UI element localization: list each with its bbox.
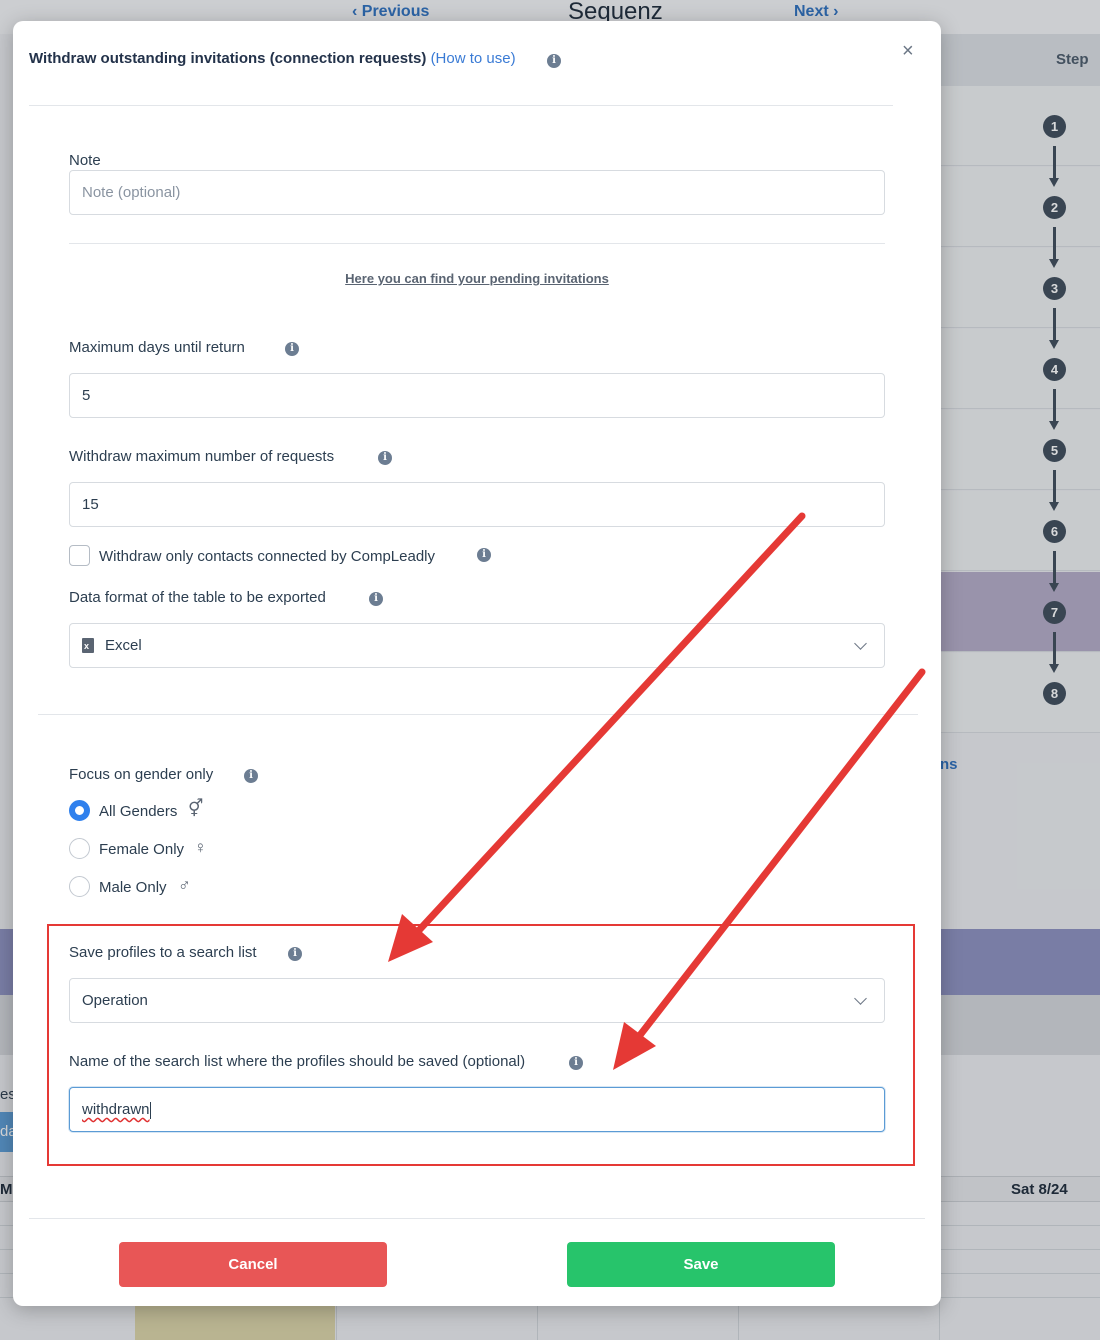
info-icon[interactable]: i — [378, 451, 392, 465]
info-icon[interactable]: i — [244, 769, 258, 783]
only-compleadly-label[interactable]: Withdraw only contacts connected by Comp… — [99, 548, 435, 565]
pending-invitations-link[interactable]: Here you can find your pending invitatio… — [13, 271, 941, 286]
modal-title-text: Withdraw outstanding invitations (connec… — [29, 50, 427, 67]
divider — [29, 105, 893, 106]
male-only-label[interactable]: Male Only — [99, 879, 167, 896]
data-format-label: Data format of the table to be exported — [69, 589, 326, 606]
excel-file-icon: x — [82, 638, 94, 653]
note-label: Note — [69, 152, 101, 169]
gender-label: Focus on gender only — [69, 766, 214, 783]
female-icon: ♀ — [194, 838, 207, 857]
radio-all-genders[interactable] — [69, 800, 90, 821]
annotation-highlight-box — [47, 924, 915, 1166]
male-icon: ♂ — [178, 876, 191, 895]
max-days-label: Maximum days until return — [69, 339, 245, 356]
max-requests-value: 15 — [82, 496, 99, 513]
close-icon[interactable]: × — [902, 40, 914, 63]
how-to-use-link[interactable]: (How to use) — [431, 50, 516, 67]
all-genders-icon: ⚥ — [188, 799, 204, 818]
info-icon[interactable]: i — [547, 54, 561, 68]
max-days-value: 5 — [82, 387, 91, 404]
divider — [38, 714, 918, 715]
info-icon[interactable]: i — [369, 592, 383, 606]
chevron-down-icon — [854, 637, 867, 650]
divider — [29, 1218, 925, 1219]
max-days-input[interactable]: 5 — [69, 373, 885, 418]
data-format-select[interactable]: x Excel — [69, 623, 885, 668]
data-format-value: Excel — [105, 637, 142, 654]
max-requests-label: Withdraw maximum number of requests — [69, 448, 335, 465]
note-input[interactable]: Note (optional) — [69, 170, 885, 215]
radio-male-only[interactable] — [69, 876, 90, 897]
female-only-label[interactable]: Female Only — [99, 841, 184, 858]
only-compleadly-checkbox[interactable] — [69, 545, 90, 566]
save-button[interactable]: Save — [567, 1242, 835, 1287]
note-placeholder: Note (optional) — [82, 184, 181, 201]
info-icon[interactable]: i — [285, 342, 299, 356]
max-requests-input[interactable]: 15 — [69, 482, 885, 527]
info-icon[interactable]: i — [477, 548, 491, 562]
modal-title: Withdraw outstanding invitations (connec… — [29, 50, 516, 67]
all-genders-label[interactable]: All Genders — [99, 803, 177, 820]
radio-female-only[interactable] — [69, 838, 90, 859]
cancel-button[interactable]: Cancel — [119, 1242, 387, 1287]
divider — [69, 243, 885, 244]
